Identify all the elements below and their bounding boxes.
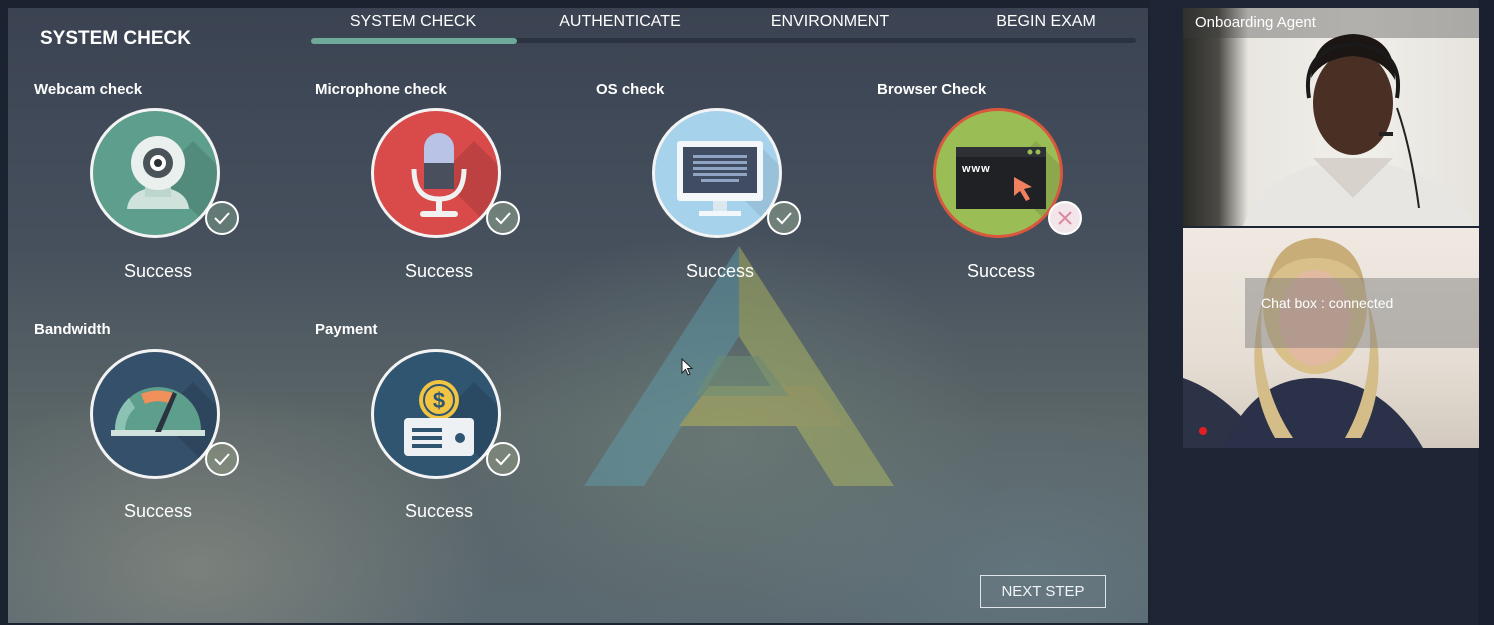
bandwidth-check-label: Bandwidth (34, 321, 111, 338)
speedometer-icon (111, 382, 217, 476)
side-strip (1478, 0, 1494, 625)
svg-text:$: $ (433, 388, 445, 413)
page-title: SYSTEM CHECK (40, 28, 191, 49)
bandwidth-status: Success (123, 501, 193, 521)
browser-check-label: Browser Check (877, 81, 987, 98)
active-tab-indicator (311, 38, 517, 44)
agent-person-silhouette (1243, 34, 1475, 226)
webcam-check-button[interactable] (90, 108, 220, 238)
monitor-icon (677, 141, 779, 235)
bandwidth-pass-check-icon (205, 442, 239, 476)
candidate-video-feed: Chat box : connected (1183, 228, 1479, 448)
tab-authenticate[interactable]: AUTHENTICATE (545, 13, 695, 31)
webcam-pass-check-icon (205, 201, 239, 235)
chat-status-text: Chat box : connected (1261, 295, 1394, 311)
payment-status: Success (404, 501, 474, 521)
os-status: Success (685, 261, 755, 281)
bandwidth-check-button[interactable] (90, 349, 220, 479)
chat-status-overlay: Chat box : connected (1245, 278, 1479, 348)
microphone-check-label: Microphone check (315, 81, 447, 98)
brand-logo-watermark (584, 246, 894, 486)
step-tabs: SYSTEM CHECK AUTHENTICATE ENVIRONMENT BE… (311, 8, 1136, 54)
webcam-check-label: Webcam check (34, 81, 143, 98)
tab-environment[interactable]: ENVIRONMENT (755, 13, 905, 31)
payment-pass-check-icon (486, 442, 520, 476)
browser-check-button[interactable]: www (933, 108, 1063, 238)
next-step-button[interactable]: NEXT STEP (980, 575, 1106, 608)
os-check-button[interactable] (652, 108, 782, 238)
microphone-check-button[interactable] (371, 108, 501, 238)
mouse-cursor-icon (681, 358, 694, 376)
os-pass-check-icon (767, 201, 801, 235)
payment-card-icon: $ (404, 380, 498, 476)
browser-icon (956, 141, 1060, 235)
browser-fail-x-icon (1048, 201, 1082, 235)
os-check-label: OS check (596, 81, 665, 98)
payment-check-button[interactable]: $ (371, 349, 501, 479)
payment-check-label: Payment (315, 321, 378, 338)
microphone-icon (411, 133, 498, 235)
recording-dot-icon (1199, 427, 1207, 435)
microphone-status: Success (404, 261, 474, 281)
microphone-pass-check-icon (486, 201, 520, 235)
agent-video-label: Onboarding Agent (1195, 14, 1316, 31)
exam-panel: SYSTEM CHECK SYSTEM CHECK AUTHENTICATE E… (8, 8, 1148, 623)
tab-system-check[interactable]: SYSTEM CHECK (333, 13, 493, 31)
browser-status: Success (966, 261, 1036, 281)
webcam-status: Success (123, 261, 193, 281)
agent-video-feed: Onboarding Agent (1183, 8, 1479, 226)
webcam-icon (127, 136, 217, 235)
tab-begin-exam[interactable]: BEGIN EXAM (971, 13, 1121, 31)
browser-www-text: www (962, 163, 991, 175)
